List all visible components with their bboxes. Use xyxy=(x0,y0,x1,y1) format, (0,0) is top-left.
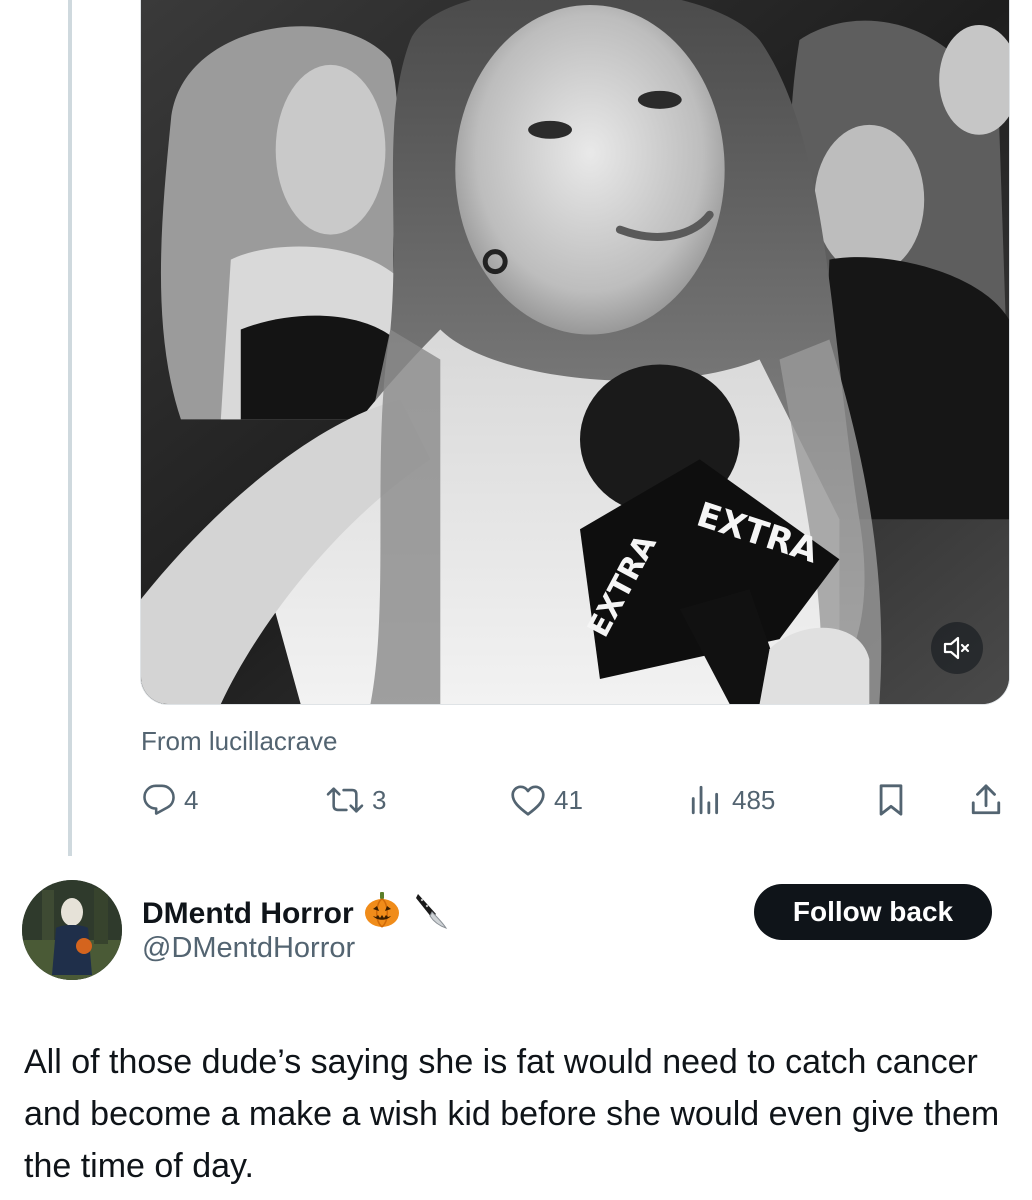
video-player[interactable]: EXTRA EXTRA xyxy=(140,0,1010,705)
avatar[interactable] xyxy=(22,880,122,980)
repost-count: 3 xyxy=(372,784,387,815)
display-name-text: DMentd Horror xyxy=(142,897,354,930)
display-name[interactable]: DMentd Horror xyxy=(142,890,450,938)
user-handle[interactable]: @DMentdHorror xyxy=(142,932,355,965)
analytics-icon xyxy=(691,785,719,815)
source-prefix: From xyxy=(141,726,209,756)
media-source-attribution[interactable]: From lucillacrave xyxy=(141,726,338,757)
like-button[interactable]: 41 xyxy=(510,778,583,822)
reply-button[interactable]: 4 xyxy=(142,778,198,822)
mute-icon xyxy=(943,636,970,660)
bookmark-icon xyxy=(879,784,903,816)
share-button[interactable] xyxy=(970,778,1002,822)
thread-connector-line xyxy=(68,0,72,856)
share-icon xyxy=(971,784,1001,815)
knife-icon xyxy=(410,890,450,938)
video-frame: EXTRA EXTRA xyxy=(141,0,1009,704)
reply-icon xyxy=(143,784,175,815)
bookmark-button[interactable] xyxy=(876,778,906,822)
view-count: 485 xyxy=(732,784,776,815)
post-action-bar: 4 3 41 485 xyxy=(140,778,1010,822)
repost-icon xyxy=(326,787,364,813)
repost-button[interactable]: 3 xyxy=(326,778,386,822)
pumpkin-icon xyxy=(362,890,402,938)
follow-back-button[interactable]: Follow back xyxy=(754,884,992,940)
reply-text: All of those dude’s saying she is fat wo… xyxy=(24,1043,1000,1185)
like-count: 41 xyxy=(554,784,583,815)
source-account-link[interactable]: lucillacrave xyxy=(209,726,338,756)
mute-button[interactable] xyxy=(931,622,983,674)
reply-count: 4 xyxy=(184,784,199,815)
avatar-image xyxy=(22,880,122,980)
heart-icon xyxy=(511,785,545,816)
views-button[interactable]: 485 xyxy=(688,778,775,822)
reply-header: DMentd Horror @DMentdHorror Follow back xyxy=(0,876,1032,986)
